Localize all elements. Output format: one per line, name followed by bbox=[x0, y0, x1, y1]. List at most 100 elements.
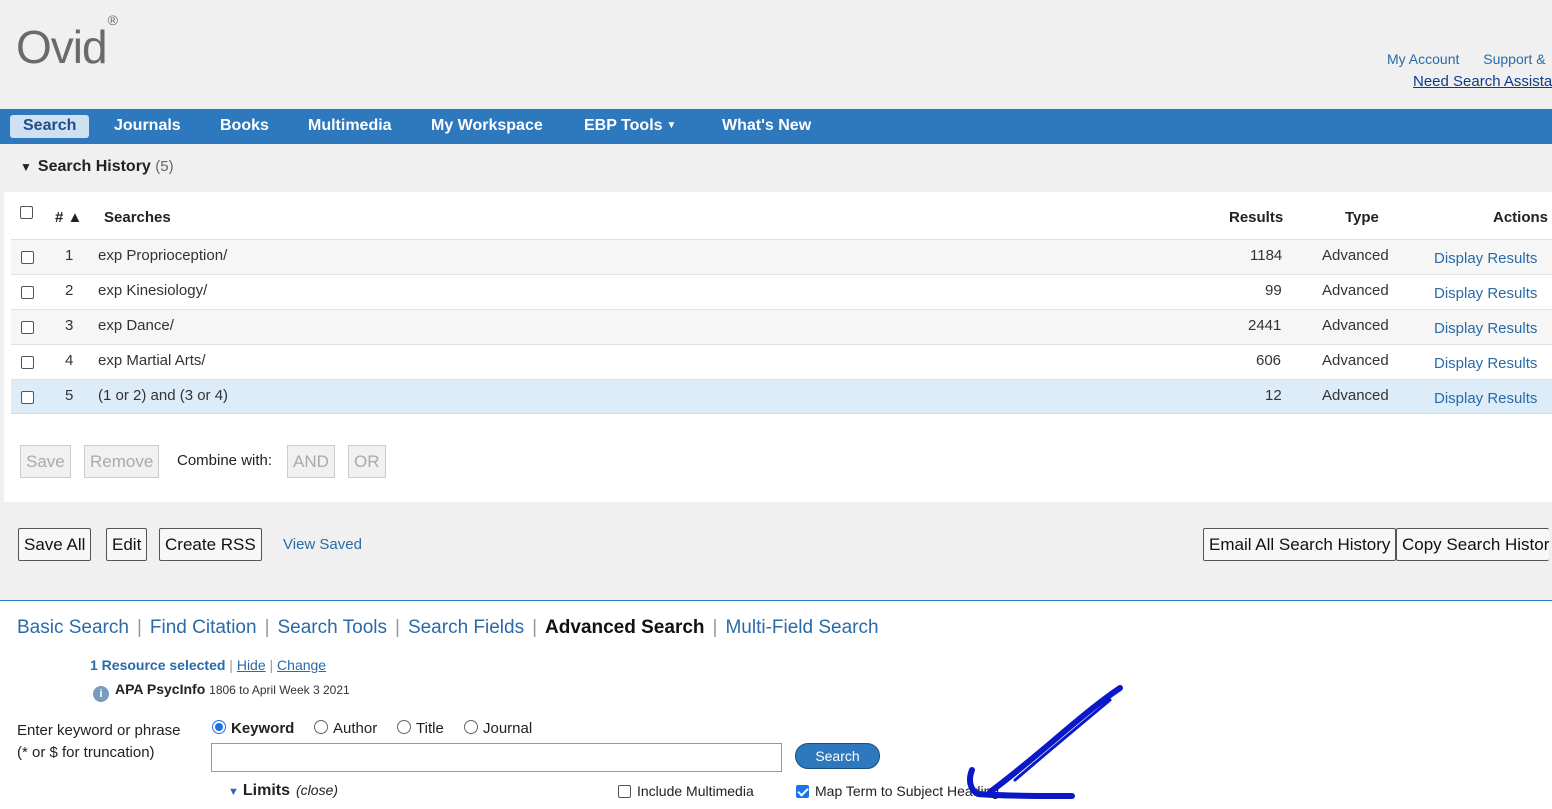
row-type: Advanced bbox=[1322, 352, 1389, 369]
keyword-search-input[interactable] bbox=[211, 743, 782, 772]
keyword-label-line1: Enter keyword or phrase bbox=[17, 722, 181, 739]
tab-search-fields[interactable]: Search Fields bbox=[408, 617, 524, 638]
database-name: APA PsycInfo bbox=[115, 681, 206, 697]
column-number-header[interactable]: # ▲ bbox=[55, 209, 82, 226]
limits-toggle[interactable]: ▼ Limits (close) bbox=[228, 782, 338, 800]
radio-author[interactable]: Author bbox=[314, 720, 377, 737]
row-type: Advanced bbox=[1322, 317, 1389, 334]
separator: | bbox=[269, 657, 274, 673]
top-links: My Account Support & bbox=[1387, 51, 1552, 67]
row-search-query: exp Martial Arts/ bbox=[98, 352, 206, 369]
copy-search-history-button[interactable]: Copy Search Histor bbox=[1396, 528, 1550, 561]
nav-whats-new[interactable]: What's New bbox=[722, 109, 811, 144]
radio-title-label: Title bbox=[416, 720, 444, 737]
tab-separator: | bbox=[712, 617, 718, 638]
row-checkbox[interactable] bbox=[21, 251, 34, 264]
nav-search[interactable]: Search bbox=[10, 115, 90, 138]
limits-close-link[interactable]: (close) bbox=[296, 782, 338, 798]
change-resource-link[interactable]: Change bbox=[277, 657, 326, 673]
row-search-query: (1 or 2) and (3 or 4) bbox=[98, 387, 229, 404]
edit-button[interactable]: Edit bbox=[106, 528, 148, 561]
nav-journals[interactable]: Journals bbox=[114, 109, 181, 144]
registered-mark: ® bbox=[107, 11, 118, 28]
resource-selected-count: 1 Resource selected bbox=[90, 657, 226, 673]
combine-with-label: Combine with: bbox=[177, 452, 273, 469]
column-actions-header: Actions bbox=[1493, 209, 1549, 226]
row-number: 3 bbox=[65, 317, 74, 334]
tab-basic-search[interactable]: Basic Search bbox=[17, 617, 129, 638]
search-button[interactable]: Search bbox=[795, 743, 880, 769]
hide-resource-link[interactable]: Hide bbox=[237, 657, 266, 673]
info-icon[interactable]: i bbox=[93, 686, 109, 702]
display-results-link[interactable]: Display Results bbox=[1434, 355, 1537, 372]
include-multimedia-checkbox[interactable]: Include Multimedia bbox=[618, 783, 754, 799]
row-results: 606 bbox=[1256, 352, 1282, 369]
my-account-link[interactable]: My Account bbox=[1387, 51, 1459, 67]
display-results-link[interactable]: Display Results bbox=[1434, 390, 1537, 407]
radio-unselected-icon bbox=[314, 720, 328, 734]
search-history-count: (5) bbox=[155, 158, 174, 175]
row-number: 2 bbox=[65, 282, 74, 299]
checkbox-unchecked-icon bbox=[618, 785, 631, 798]
row-checkbox[interactable] bbox=[21, 356, 34, 369]
email-all-search-history-button[interactable]: Email All Search History bbox=[1203, 528, 1397, 561]
combine-or-button[interactable]: OR bbox=[348, 445, 386, 478]
select-all-checkbox[interactable] bbox=[20, 206, 33, 219]
main-nav: Search Journals Books Multimedia My Work… bbox=[0, 109, 1552, 144]
table-row: 3 exp Dance/ 2441 Advanced Display Resul… bbox=[11, 309, 1552, 344]
display-results-link[interactable]: Display Results bbox=[1434, 320, 1537, 337]
save-button[interactable]: Save bbox=[20, 445, 71, 478]
display-results-link[interactable]: Display Results bbox=[1434, 250, 1537, 267]
keyword-label: Enter keyword or phrase (* or $ for trun… bbox=[17, 720, 180, 764]
row-type: Advanced bbox=[1322, 387, 1389, 404]
view-saved-link[interactable]: View Saved bbox=[283, 536, 362, 553]
radio-selected-icon bbox=[212, 720, 226, 734]
radio-keyword[interactable]: Keyword bbox=[212, 720, 294, 737]
row-checkbox[interactable] bbox=[21, 286, 34, 299]
create-rss-button[interactable]: Create RSS bbox=[159, 528, 262, 561]
row-search-query: exp Kinesiology/ bbox=[98, 282, 208, 299]
tab-separator: | bbox=[532, 617, 538, 638]
row-results: 12 bbox=[1265, 387, 1282, 404]
nav-multimedia[interactable]: Multimedia bbox=[308, 109, 392, 144]
tab-separator: | bbox=[395, 617, 400, 638]
radio-journal-label: Journal bbox=[483, 720, 533, 737]
row-type: Advanced bbox=[1322, 247, 1389, 264]
column-type-header: Type bbox=[1345, 209, 1379, 226]
sort-ascending-icon: ▲ bbox=[67, 209, 83, 226]
annotation-arrow-icon bbox=[967, 685, 1123, 799]
radio-journal[interactable]: Journal bbox=[464, 720, 532, 737]
database-info: i APA PsycInfo 1806 to April Week 3 2021 bbox=[93, 681, 350, 702]
display-results-link[interactable]: Display Results bbox=[1434, 285, 1537, 302]
row-checkbox[interactable] bbox=[21, 321, 34, 334]
row-checkbox[interactable] bbox=[21, 391, 34, 404]
save-all-button[interactable]: Save All bbox=[18, 528, 92, 561]
nav-ebp-tools[interactable]: EBP Tools ▼ bbox=[584, 109, 676, 144]
support-link[interactable]: Support & bbox=[1483, 51, 1545, 67]
radio-unselected-icon bbox=[464, 720, 478, 734]
table-row: 2 exp Kinesiology/ 99 Advanced Display R… bbox=[11, 274, 1552, 309]
column-searches-header: Searches bbox=[104, 209, 171, 226]
nav-books[interactable]: Books bbox=[220, 109, 269, 144]
tab-multi-field-search[interactable]: Multi-Field Search bbox=[725, 617, 878, 638]
table-row: 1 exp Proprioception/ 1184 Advanced Disp… bbox=[11, 239, 1552, 274]
remove-button[interactable]: Remove bbox=[84, 445, 160, 478]
radio-author-label: Author bbox=[333, 720, 378, 737]
radio-title[interactable]: Title bbox=[397, 720, 444, 737]
radio-unselected-icon bbox=[397, 720, 411, 734]
ovid-logo[interactable]: Ovid® bbox=[16, 12, 118, 74]
separator: | bbox=[229, 657, 233, 673]
database-coverage-dates: 1806 to April Week 3 2021 bbox=[209, 683, 350, 697]
tab-advanced-search[interactable]: Advanced Search bbox=[545, 617, 704, 638]
row-results: 1184 bbox=[1250, 247, 1283, 264]
tab-search-tools[interactable]: Search Tools bbox=[278, 617, 388, 638]
logo-text: Ovid bbox=[16, 21, 108, 73]
combine-and-button[interactable]: AND bbox=[287, 445, 335, 478]
row-search-query: exp Proprioception/ bbox=[98, 247, 228, 264]
search-history-toggle[interactable]: ▼ Search History (5) bbox=[20, 158, 174, 176]
row-number: 5 bbox=[65, 387, 74, 404]
nav-my-workspace[interactable]: My Workspace bbox=[431, 109, 543, 144]
keyword-label-line2: (* or $ for truncation) bbox=[17, 744, 155, 761]
tab-find-citation[interactable]: Find Citation bbox=[150, 617, 257, 638]
need-search-assistance-link[interactable]: Need Search Assista bbox=[1413, 73, 1552, 90]
